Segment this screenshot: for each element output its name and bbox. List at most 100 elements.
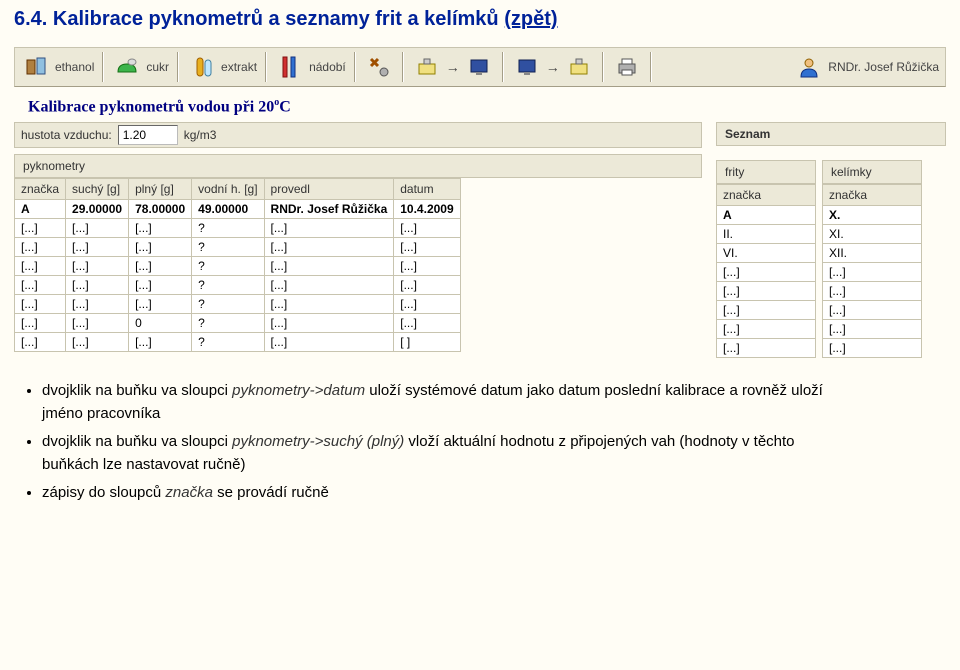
extrakt-icon[interactable] [187, 52, 217, 82]
table-cell[interactable]: [...] [823, 282, 922, 301]
table-cell[interactable]: [...] [15, 219, 66, 238]
ethanol-icon[interactable] [21, 52, 51, 82]
table-cell[interactable]: [...] [15, 314, 66, 333]
table-row[interactable]: XI. [823, 225, 922, 244]
table-cell[interactable]: [...] [394, 295, 460, 314]
table-row[interactable]: [...] [823, 339, 922, 358]
table-row[interactable]: II. [717, 225, 816, 244]
table-cell[interactable]: XI. [823, 225, 922, 244]
table-cell[interactable]: ? [192, 276, 264, 295]
table-row[interactable]: [...] [717, 320, 816, 339]
pyknometry-table[interactable]: značkasuchý [g]plný [g]vodní h. [g]prove… [14, 178, 461, 352]
table-cell[interactable]: [...] [66, 333, 129, 352]
table-cell[interactable]: [...] [264, 257, 394, 276]
table-cell[interactable]: ? [192, 238, 264, 257]
table-cell[interactable]: [...] [66, 276, 129, 295]
table-row[interactable]: A29.0000078.0000049.00000RNDr. Josef Růž… [15, 200, 461, 219]
cukr-icon[interactable] [112, 52, 142, 82]
table-cell[interactable]: X. [823, 206, 922, 225]
table-cell[interactable]: [...] [264, 314, 394, 333]
table-cell[interactable]: A [15, 200, 66, 219]
table-cell[interactable]: [...] [15, 295, 66, 314]
table-cell[interactable]: [...] [15, 238, 66, 257]
table-cell[interactable]: [ ] [394, 333, 460, 352]
table-cell[interactable]: [...] [717, 282, 816, 301]
table-cell[interactable]: [...] [394, 276, 460, 295]
air-density-input[interactable] [118, 125, 178, 145]
table-cell[interactable]: [...] [717, 339, 816, 358]
table-cell[interactable]: [...] [823, 301, 922, 320]
table-cell[interactable]: [...] [66, 314, 129, 333]
table-cell[interactable]: [...] [66, 238, 129, 257]
table-row[interactable]: XII. [823, 244, 922, 263]
table-cell[interactable]: [...] [264, 238, 394, 257]
table-cell[interactable]: [...] [394, 238, 460, 257]
table-row[interactable]: [...][...]0?[...][...] [15, 314, 461, 333]
table-row[interactable]: [...] [823, 320, 922, 339]
table-cell[interactable]: [...] [394, 219, 460, 238]
table-cell[interactable]: [...] [394, 314, 460, 333]
table-cell[interactable]: [...] [15, 276, 66, 295]
user-icon[interactable] [794, 52, 824, 82]
table-row[interactable]: [...][...][...]?[...][...] [15, 257, 461, 276]
back-link[interactable]: (zpět) [504, 8, 557, 30]
table-cell[interactable]: XII. [823, 244, 922, 263]
table-cell[interactable]: [...] [66, 257, 129, 276]
table-row[interactable]: [...][...][...]?[...][ ] [15, 333, 461, 352]
table-cell[interactable]: [...] [264, 276, 394, 295]
table-cell[interactable]: [...] [717, 320, 816, 339]
table-cell[interactable]: [...] [394, 257, 460, 276]
table-row[interactable]: [...] [823, 282, 922, 301]
table-row[interactable]: [...][...][...]?[...][...] [15, 238, 461, 257]
table-cell[interactable]: [...] [823, 263, 922, 282]
table-cell[interactable]: 78.00000 [129, 200, 192, 219]
table-cell[interactable]: [...] [264, 219, 394, 238]
table-cell[interactable]: ? [192, 257, 264, 276]
table-cell[interactable]: [...] [129, 257, 192, 276]
table-cell[interactable]: [...] [264, 295, 394, 314]
table-cell[interactable]: VI. [717, 244, 816, 263]
table-row[interactable]: [...] [717, 263, 816, 282]
table-cell[interactable]: 10.4.2009 [394, 200, 460, 219]
monitor-left-icon[interactable] [464, 52, 494, 82]
print-icon[interactable] [612, 52, 642, 82]
monitor-right-icon[interactable] [512, 52, 542, 82]
table-row[interactable]: [...][...][...]?[...][...] [15, 219, 461, 238]
table-cell[interactable]: II. [717, 225, 816, 244]
frity-table[interactable]: značka AII.VI.[...][...][...][...][...] [716, 184, 816, 358]
table-row[interactable]: [...] [717, 339, 816, 358]
table-cell[interactable]: [...] [15, 333, 66, 352]
table-cell[interactable]: [...] [66, 219, 129, 238]
nadobi-icon[interactable] [275, 52, 305, 82]
table-cell[interactable]: [...] [264, 333, 394, 352]
scale-left-icon[interactable] [412, 52, 442, 82]
table-cell[interactable]: [...] [129, 295, 192, 314]
table-cell[interactable]: ? [192, 219, 264, 238]
table-cell[interactable]: [...] [823, 320, 922, 339]
table-cell[interactable]: [...] [129, 333, 192, 352]
table-row[interactable]: [...][...][...]?[...][...] [15, 276, 461, 295]
table-cell[interactable]: 0 [129, 314, 192, 333]
table-cell[interactable]: [...] [717, 263, 816, 282]
table-cell[interactable]: ? [192, 333, 264, 352]
table-row[interactable]: [...] [823, 301, 922, 320]
table-row[interactable]: VI. [717, 244, 816, 263]
table-cell[interactable]: [...] [717, 301, 816, 320]
table-cell[interactable]: [...] [823, 339, 922, 358]
table-cell[interactable]: [...] [129, 238, 192, 257]
table-row[interactable]: [...] [717, 282, 816, 301]
table-row[interactable]: X. [823, 206, 922, 225]
table-cell[interactable]: [...] [129, 276, 192, 295]
scale-right-icon[interactable] [564, 52, 594, 82]
table-cell[interactable]: ? [192, 295, 264, 314]
table-cell[interactable]: [...] [15, 257, 66, 276]
table-row[interactable]: [...] [823, 263, 922, 282]
table-row[interactable]: A [717, 206, 816, 225]
tools-icon[interactable] [364, 52, 394, 82]
table-cell[interactable]: [...] [129, 219, 192, 238]
table-cell[interactable]: [...] [66, 295, 129, 314]
table-row[interactable]: [...][...][...]?[...][...] [15, 295, 461, 314]
table-row[interactable]: [...] [717, 301, 816, 320]
table-cell[interactable]: 49.00000 [192, 200, 264, 219]
table-cell[interactable]: RNDr. Josef Růžička [264, 200, 394, 219]
